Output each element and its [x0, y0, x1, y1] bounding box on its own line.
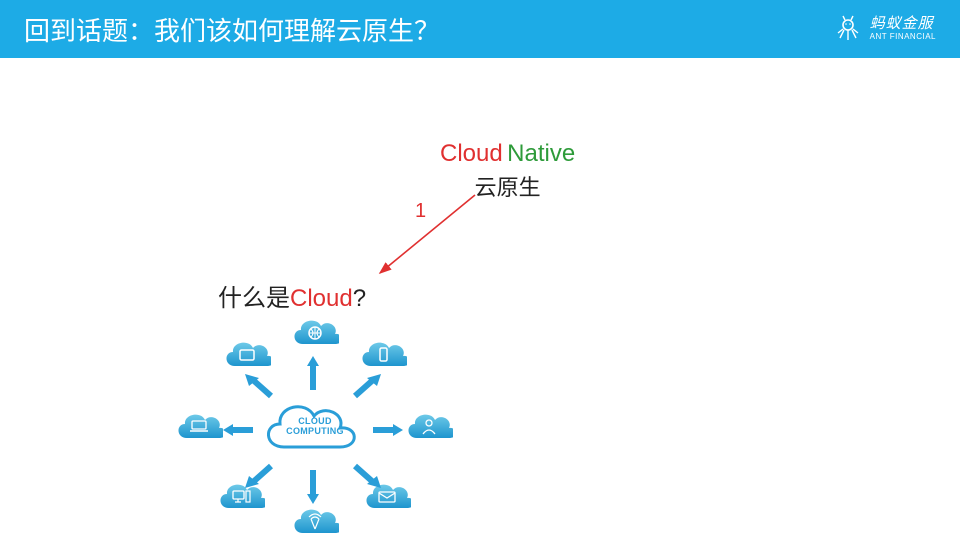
cloud-computing-diagram: CLOUD COMPUTING: [163, 310, 463, 550]
ant-icon: [834, 15, 862, 43]
question-highlight: Cloud: [290, 285, 353, 312]
slide-title: 回到话题：我们该如何理解云原生？: [24, 11, 440, 48]
native-word: Native: [507, 140, 575, 167]
arrow-icon: [365, 183, 495, 293]
slide-header: 回到话题：我们该如何理解云原生？ 蚂蚁金服 ANT FINANCIAL: [0, 0, 960, 58]
diagram-arrows: [223, 330, 403, 530]
question-prefix: 什么是: [218, 285, 290, 312]
brand-name-cn: 蚂蚁金服: [870, 16, 936, 33]
mini-cloud-laptop-icon: [173, 410, 223, 445]
brand-name-en: ANT FINANCIAL: [870, 33, 936, 42]
mini-cloud-person-icon: [403, 410, 453, 445]
question-text: 什么是Cloud?: [218, 278, 366, 313]
brand-text: 蚂蚁金服 ANT FINANCIAL: [870, 16, 936, 41]
cloud-word: Cloud: [440, 140, 503, 167]
slide-content: Cloud Native 云原生 1 什么是Cloud?: [0, 58, 960, 540]
brand-logo: 蚂蚁金服 ANT FINANCIAL: [834, 15, 936, 43]
question-suffix: ?: [353, 285, 366, 312]
